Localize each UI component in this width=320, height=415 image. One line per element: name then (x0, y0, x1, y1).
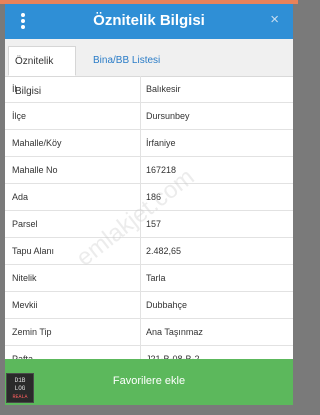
table-row: Mahalle No 167218 (5, 157, 293, 184)
table-row: Parsel 157 (5, 211, 293, 238)
table-row: Mahalle/Köy İrfaniye (5, 130, 293, 157)
row-value: 157 (146, 219, 162, 229)
row-value: Tarla (146, 273, 166, 283)
row-label: Zemin Tip (12, 327, 52, 337)
logo-line-3: REALA (12, 394, 28, 400)
table-row: Zemin Tip Ana Taşınmaz (5, 319, 293, 346)
row-label: Tapu Alanı (12, 246, 55, 256)
dialog-header: Öznitelik Bilgisi × (5, 4, 293, 39)
dialog-title: Öznitelik Bilgisi (93, 12, 205, 29)
logo-line-2: LOG (14, 385, 26, 392)
table-row: İlçe Dursunbey (5, 103, 293, 130)
tab-building-list[interactable]: Bina/BB Listesi (87, 46, 166, 76)
row-label: Mevkii (12, 300, 38, 310)
table-row: Mevkii Dubbahçe (5, 292, 293, 319)
table-row: Tapu Alanı 2.482,65 (5, 238, 293, 265)
table-row: Ada 186 (5, 184, 293, 211)
table-row: Nitelik Tarla (5, 265, 293, 292)
row-label: Nitelik (12, 273, 37, 283)
tab-attribute-info[interactable]: Öznitelik Bilgisi (8, 46, 76, 97)
row-value: Balıkesir (146, 84, 181, 94)
row-label: Mahalle No (12, 165, 58, 175)
row-value: 186 (146, 192, 162, 202)
table-row: İl Balıkesir (5, 76, 293, 103)
attribute-dialog: Öznitelik Bilgisi × Öznitelik Bilgisi Bi… (5, 4, 293, 405)
row-value: 167218 (146, 165, 177, 175)
row-value: 2.482,65 (146, 246, 182, 256)
row-value: İrfaniye (146, 138, 176, 148)
add-to-favorites-button[interactable]: Favorilere ekle (5, 359, 293, 405)
row-value: Ana Taşınmaz (146, 327, 203, 337)
row-label: Mahalle/Köy (12, 138, 62, 148)
brand-logo: D1B LOG REALA (6, 373, 34, 403)
logo-line-1: D1B (14, 377, 26, 384)
row-label: Ada (12, 192, 29, 202)
attribute-table: İl Balıkesir İlçe Dursunbey Mahalle/Köy İrf… (5, 76, 293, 373)
row-value: Dubbahçe (146, 300, 188, 310)
tab-bar: Öznitelik Bilgisi Bina/BB Listesi (5, 39, 293, 97)
row-label: İl (12, 84, 17, 94)
close-icon[interactable]: × (270, 11, 279, 28)
row-label: İlçe (12, 111, 27, 121)
row-label: Parsel (12, 219, 38, 229)
row-value: Dursunbey (146, 111, 190, 121)
